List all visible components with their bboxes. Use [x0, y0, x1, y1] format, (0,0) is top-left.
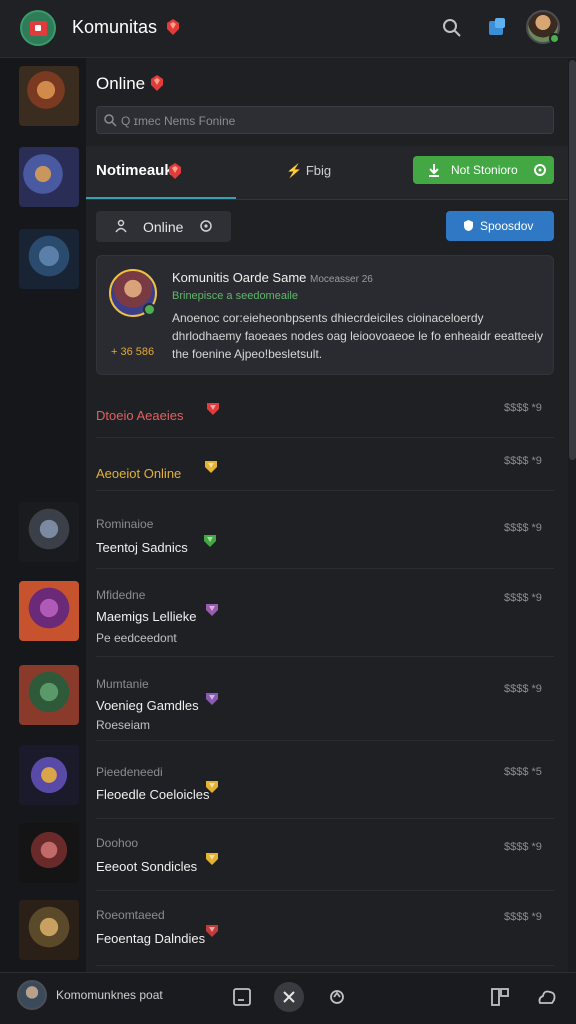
row-divider [96, 437, 554, 438]
share-icon[interactable] [326, 986, 348, 1008]
badge-icon [207, 403, 219, 415]
online-filter-chip[interactable]: Online [96, 211, 231, 242]
champion-thumb-5[interactable] [19, 581, 79, 641]
row-subtitle: Rominaioe [96, 517, 154, 531]
row-detail: Pe eedceedont [96, 631, 177, 645]
champion-thumb-7[interactable] [19, 745, 79, 805]
gem-icon [151, 75, 163, 91]
row-subtitle: Mfidedne [96, 588, 146, 602]
post-title: Komunitis Oarde Same Moceasser 26 [172, 270, 373, 285]
search-icon [104, 114, 117, 127]
blue-button-label: Spoosdov [480, 219, 534, 233]
row-divider [96, 490, 554, 491]
row-meta: $$$$ *5 [504, 766, 542, 778]
download-icon [429, 164, 439, 177]
cloud-icon[interactable] [536, 986, 558, 1008]
post-title-meta: Moceasser 26 [310, 274, 373, 285]
post-author-avatar[interactable] [109, 269, 157, 317]
row-subtitle: Roeomtaeed [96, 908, 165, 922]
tab-fbig-label: Fbig [305, 163, 332, 178]
blue-action-button[interactable]: Spoosdov [446, 211, 554, 241]
close-icon [283, 991, 295, 1003]
row-divider [96, 568, 554, 569]
settings-icon [534, 164, 546, 176]
row-divider [96, 818, 554, 819]
champion-thumb-2[interactable] [19, 147, 79, 207]
badge-icon [206, 853, 218, 865]
tab-notifications[interactable]: Notimeauk [96, 162, 173, 179]
row-divider [96, 965, 554, 966]
row-divider [96, 890, 554, 891]
profile-avatar[interactable] [526, 10, 560, 44]
row-detail: Roeseiam [96, 718, 151, 732]
row-subtitle: Mumtanie [96, 677, 149, 691]
online-status-dot [143, 303, 156, 316]
row-title[interactable]: Teentoj Sadnics [96, 540, 188, 555]
post-body: Anoenoc cor:eieheonbpsents dhiecrdeicile… [172, 311, 543, 361]
online-heading: Online [96, 74, 146, 93]
champion-thumb-9[interactable] [19, 900, 79, 960]
app-logo-icon[interactable] [20, 10, 56, 46]
champion-thumb-1[interactable] [19, 66, 79, 126]
chip-label: Online [143, 219, 184, 235]
badge-icon [206, 925, 218, 937]
champion-thumb-6[interactable] [19, 665, 79, 725]
row-meta: $$$$ *9 [504, 402, 542, 414]
search-placeholder: Q ɪmec Nems Fonine [121, 114, 236, 128]
gem-icon [169, 163, 181, 179]
row-title[interactable]: Maemigs Lellieke [96, 609, 196, 624]
row-title[interactable]: Voenieg Gamdles [96, 698, 199, 713]
row-meta: $$$$ *9 [504, 522, 542, 534]
row-meta: $$$$ *9 [504, 911, 542, 923]
search-input[interactable]: Q ɪmec Nems Fonine [96, 106, 554, 134]
shield-icon [464, 220, 473, 231]
row-meta: $$$$ *9 [504, 683, 542, 695]
row-meta: $$$$ *9 [504, 592, 542, 604]
search-icon[interactable] [442, 18, 462, 38]
row-divider [96, 656, 554, 657]
badge-icon [205, 461, 217, 473]
badge-icon [206, 604, 218, 616]
row-divider [96, 740, 554, 741]
online-status-dot [549, 33, 560, 44]
champion-thumb-8[interactable] [19, 823, 79, 883]
post-title-text: Komunitis Oarde Same [172, 270, 307, 285]
scrollbar[interactable] [569, 60, 576, 460]
row-subtitle: Pieedeneedi [96, 765, 163, 779]
row-title[interactable]: Eeeoot Sondicles [96, 859, 197, 874]
row-subtitle: Doohoo [96, 836, 139, 850]
badge-icon [206, 781, 218, 793]
row-title[interactable]: Aeoeiot Online [96, 466, 181, 481]
person-icon [115, 219, 127, 233]
bottom-status-text: Komomunknes poat [56, 988, 163, 1002]
badge-icon [204, 535, 216, 547]
post-points: + 36 586 [111, 346, 155, 358]
row-title[interactable]: Fleoedle Coeloicles [96, 787, 209, 802]
champion-thumb-4[interactable] [19, 502, 79, 562]
active-tab-indicator [86, 197, 236, 199]
notification-icon[interactable] [486, 16, 508, 38]
row-title[interactable]: Dtoeio Aeaeies [96, 408, 183, 423]
grid-icon[interactable] [489, 986, 511, 1008]
layout-icon[interactable] [231, 986, 253, 1008]
post-subtitle: Brinepisce a seedomeaile [172, 290, 298, 302]
center-action-button[interactable] [274, 982, 304, 1012]
row-title[interactable]: Feoentag Dalndies [96, 931, 205, 946]
row-meta: $$$$ *9 [504, 455, 542, 467]
green-action-button[interactable]: Not Stonioro [413, 156, 554, 184]
green-button-label: Not Stonioro [451, 163, 518, 177]
info-icon [200, 220, 212, 232]
row-meta: $$$$ *9 [504, 841, 542, 853]
badge-icon [206, 693, 218, 705]
champion-thumb-3[interactable] [19, 229, 79, 289]
tab-fbig[interactable]: ⚡ Fbig [286, 163, 331, 179]
user-avatar[interactable] [17, 980, 47, 1010]
gem-icon [167, 19, 179, 35]
app-title: Komunitas [72, 17, 158, 37]
